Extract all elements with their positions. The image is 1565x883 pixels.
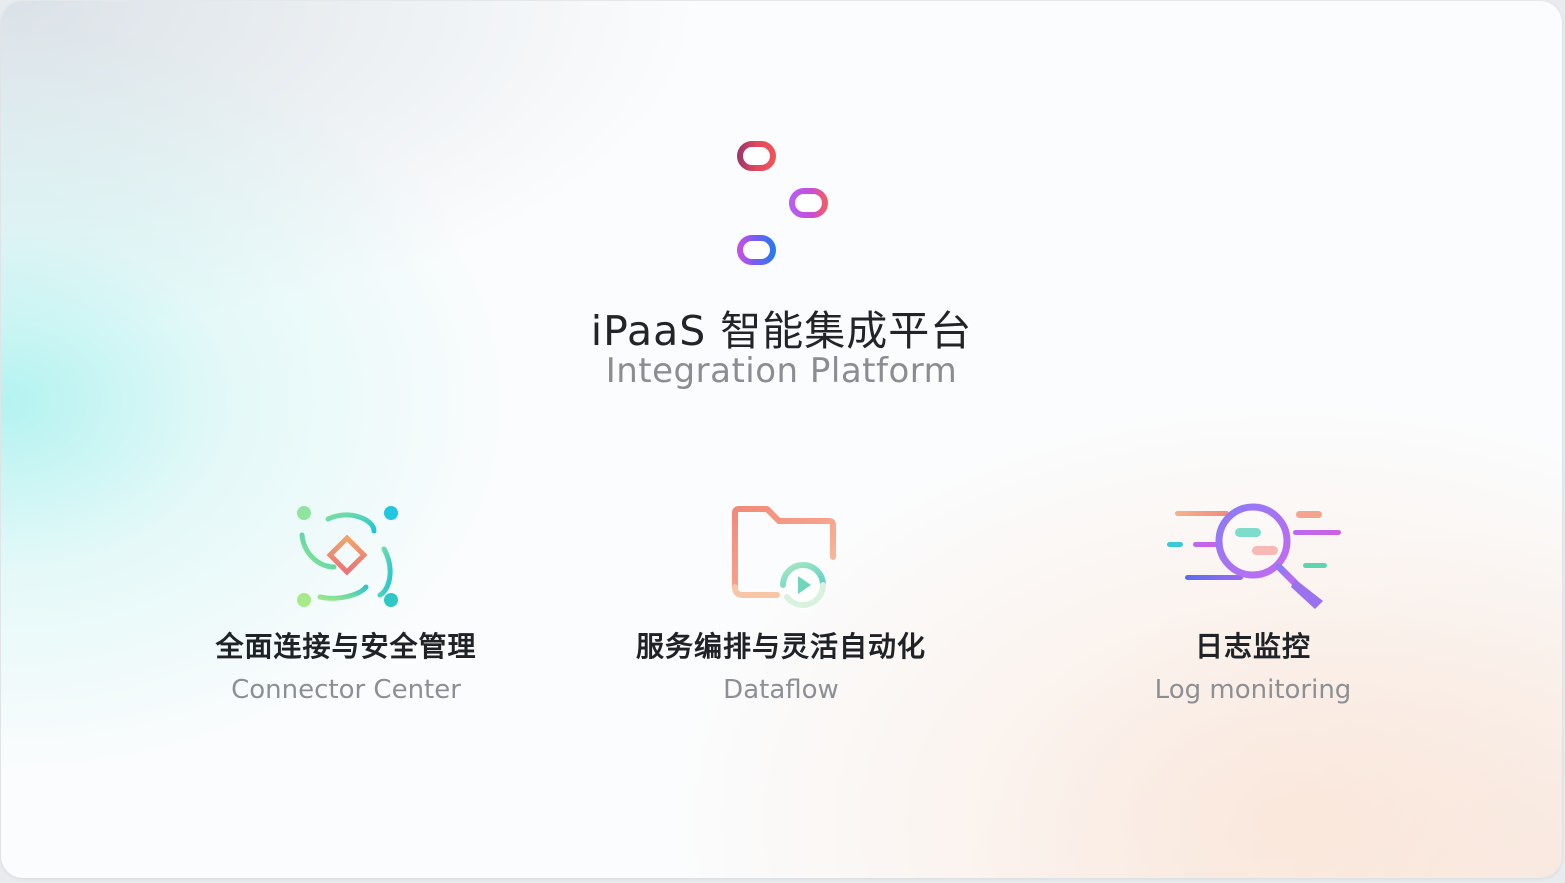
page-subtitle: Integration Platform bbox=[605, 351, 958, 391]
intro-card: iPaaS 智能集成平台 Integration Platform 全面连接与安… bbox=[1, 1, 1562, 878]
feature-dataflow[interactable]: 服务编排与灵活自动化 Dataflow bbox=[581, 501, 981, 705]
connector-icon bbox=[297, 506, 398, 607]
feature-title: 服务编排与灵活自动化 bbox=[635, 630, 926, 663]
page-title: iPaaS 智能集成平台 bbox=[590, 307, 973, 355]
magnifier-icon bbox=[1167, 503, 1341, 609]
feature-connector-center[interactable]: 全面连接与安全管理 Connector Center bbox=[146, 501, 546, 705]
feature-log-monitoring[interactable]: 日志监控 Log monitoring bbox=[1053, 501, 1453, 705]
folder-play-icon bbox=[732, 506, 836, 609]
sliders-icon bbox=[721, 141, 847, 265]
feature-subtitle: Log monitoring bbox=[1154, 675, 1352, 705]
feature-title: 全面连接与安全管理 bbox=[215, 630, 477, 663]
feature-subtitle: Dataflow bbox=[723, 675, 839, 705]
feature-title: 日志监控 bbox=[1194, 630, 1311, 663]
feature-subtitle: Connector Center bbox=[231, 675, 461, 705]
